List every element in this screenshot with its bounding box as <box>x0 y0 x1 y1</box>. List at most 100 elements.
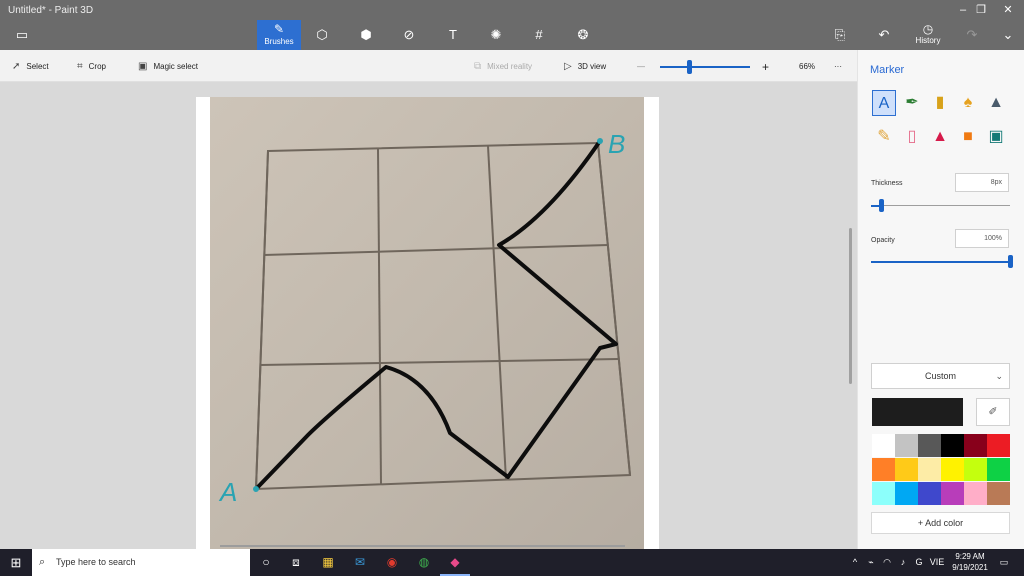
clock-date: 9/19/2021 <box>952 563 988 572</box>
thickness-input[interactable]: 8px <box>955 173 1009 192</box>
ink-pen-icon[interactable]: ✒ <box>900 90 924 116</box>
show-hidden-icons[interactable]: ^ <box>848 549 862 576</box>
color-swatch[interactable] <box>987 482 1010 505</box>
brushes-tab[interactable]: ✎ Brushes <box>257 20 301 50</box>
notifications-icon[interactable]: ▭ <box>996 549 1012 576</box>
menu-folder-icon[interactable]: ▭ <box>2 20 42 48</box>
mixed-reality-button[interactable]: ⧉ Mixed reality <box>474 60 532 74</box>
watercolor-icon[interactable]: ▲ <box>984 90 1008 116</box>
paste-icon[interactable]: ⎘ <box>820 20 860 48</box>
color-swatch[interactable] <box>895 434 918 457</box>
color-swatch[interactable] <box>895 458 918 481</box>
select-button[interactable]: ➚ Select <box>12 60 49 74</box>
store-icon[interactable]: ▦ <box>313 549 343 576</box>
fill-bucket-icon[interactable]: ▣ <box>984 124 1008 150</box>
color-swatch[interactable] <box>872 434 895 457</box>
crop-button[interactable]: ⌗ Crop <box>77 60 106 74</box>
network-icon[interactable]: ⌁ <box>864 549 878 576</box>
oil-brush-icon[interactable]: ♠ <box>956 90 980 116</box>
eraser-icon[interactable]: ▯ <box>900 124 924 150</box>
spray-can-icon[interactable]: ■ <box>956 124 980 150</box>
calligraphy-pen-icon[interactable]: A <box>872 90 896 116</box>
color-swatch[interactable] <box>964 434 987 457</box>
title-ribbon-bar: Untitled* - Paint 3D – ❐ ✕ ▭ ✎ Brushes ⬡… <box>0 0 1024 50</box>
close-button[interactable]: ✕ <box>994 3 1022 17</box>
restore-button[interactable]: ❐ <box>967 3 995 17</box>
task-view-icon[interactable]: ⧈ <box>281 549 311 576</box>
thickness-slider-track[interactable] <box>871 205 1010 206</box>
color-swatch[interactable] <box>872 458 895 481</box>
color-swatch[interactable] <box>941 458 964 481</box>
redo-icon[interactable]: ↷ <box>952 20 992 48</box>
point-a-dot <box>253 486 259 492</box>
color-swatch[interactable] <box>941 434 964 457</box>
marker-icon[interactable]: ▮ <box>928 90 952 116</box>
color-swatch[interactable] <box>918 458 941 481</box>
opacity-input[interactable]: 100% <box>955 229 1009 248</box>
wifi-icon[interactable]: ◠ <box>880 549 894 576</box>
color-swatch[interactable] <box>872 482 895 505</box>
color-swatch[interactable] <box>987 434 1010 457</box>
undo-icon[interactable]: ↶ <box>864 20 904 48</box>
language-indicator[interactable]: VIE <box>928 549 946 576</box>
magic-select-label: Magic select <box>153 62 198 71</box>
color-swatch[interactable] <box>918 434 941 457</box>
color-mode-dropdown[interactable]: Custom ⌄ <box>871 363 1010 389</box>
drawing-canvas[interactable]: A B <box>196 97 659 552</box>
color-swatch[interactable] <box>918 482 941 505</box>
add-color-button[interactable]: + Add color <box>871 512 1010 534</box>
effects-icon[interactable]: ✺ <box>476 20 516 48</box>
zoom-slider-thumb[interactable] <box>687 60 692 74</box>
zoom-level[interactable]: 66% <box>799 60 815 74</box>
crop-icon: ⌗ <box>77 61 83 72</box>
browser-icon[interactable]: ◍ <box>409 549 439 576</box>
color-mode-label: Custom <box>924 371 956 381</box>
horizontal-scrollbar[interactable] <box>220 545 625 547</box>
select-arrow-icon: ➚ <box>12 61 21 72</box>
input-method-icon[interactable]: G <box>912 549 926 576</box>
zoom-in-button[interactable]: + <box>762 60 769 74</box>
cortana-icon[interactable]: ○ <box>251 549 281 576</box>
add-color-label: Add color <box>925 518 964 528</box>
color-swatch[interactable] <box>895 482 918 505</box>
zoom-slider-track[interactable] <box>660 66 750 68</box>
label-b: B <box>608 129 625 159</box>
3d-view-icon: ▷ <box>564 61 572 72</box>
3d-view-button[interactable]: ▷ 3D view <box>564 60 606 74</box>
color-swatch[interactable] <box>941 482 964 505</box>
stickers-icon[interactable]: ⊘ <box>389 20 429 48</box>
window-title: Untitled* - Paint 3D <box>8 5 94 16</box>
start-button[interactable]: ⊞ <box>0 549 32 576</box>
thickness-label: Thickness <box>871 180 903 187</box>
paint-3d-taskbar-icon[interactable]: ◆ <box>440 549 470 576</box>
more-options-button[interactable]: ··· <box>834 60 842 74</box>
photo-paper <box>210 97 644 552</box>
pencil-icon[interactable]: ✎ <box>872 124 896 150</box>
expand-icon[interactable]: ⌄ <box>988 20 1024 48</box>
mail-icon[interactable]: ✉ <box>345 549 375 576</box>
3d-library-icon[interactable]: ❂ <box>563 20 603 48</box>
opera-icon[interactable]: ◉ <box>377 549 407 576</box>
color-swatch[interactable] <box>987 458 1010 481</box>
eyedropper-icon[interactable]: ✐ <box>976 398 1010 426</box>
color-swatch[interactable] <box>964 482 987 505</box>
history-button[interactable]: ◷ History <box>906 22 950 48</box>
canvas-icon[interactable]: # <box>519 20 559 48</box>
3d-shapes-icon[interactable]: ⬢ <box>346 20 386 48</box>
volume-icon[interactable]: ♪ <box>896 549 910 576</box>
opacity-slider-thumb[interactable] <box>1008 255 1013 268</box>
zoom-out-button[interactable]: — <box>637 60 645 74</box>
taskbar-search-input[interactable]: ⌕ Type here to search <box>32 549 250 576</box>
current-color-swatch[interactable] <box>872 398 963 426</box>
clock[interactable]: 9:29 AM 9/19/2021 <box>946 551 994 573</box>
history-label: History <box>915 36 941 45</box>
2d-shapes-icon[interactable]: ⬡ <box>302 20 342 48</box>
color-swatch[interactable] <box>964 458 987 481</box>
history-icon: ◷ <box>922 22 934 36</box>
crayon-icon[interactable]: ▲ <box>928 124 952 150</box>
vertical-scrollbar[interactable] <box>849 228 852 384</box>
text-icon[interactable]: T <box>433 20 473 48</box>
clock-time: 9:29 AM <box>955 552 985 561</box>
thickness-slider-thumb[interactable] <box>879 199 884 212</box>
magic-select-button[interactable]: ▣ Magic select <box>138 60 198 74</box>
